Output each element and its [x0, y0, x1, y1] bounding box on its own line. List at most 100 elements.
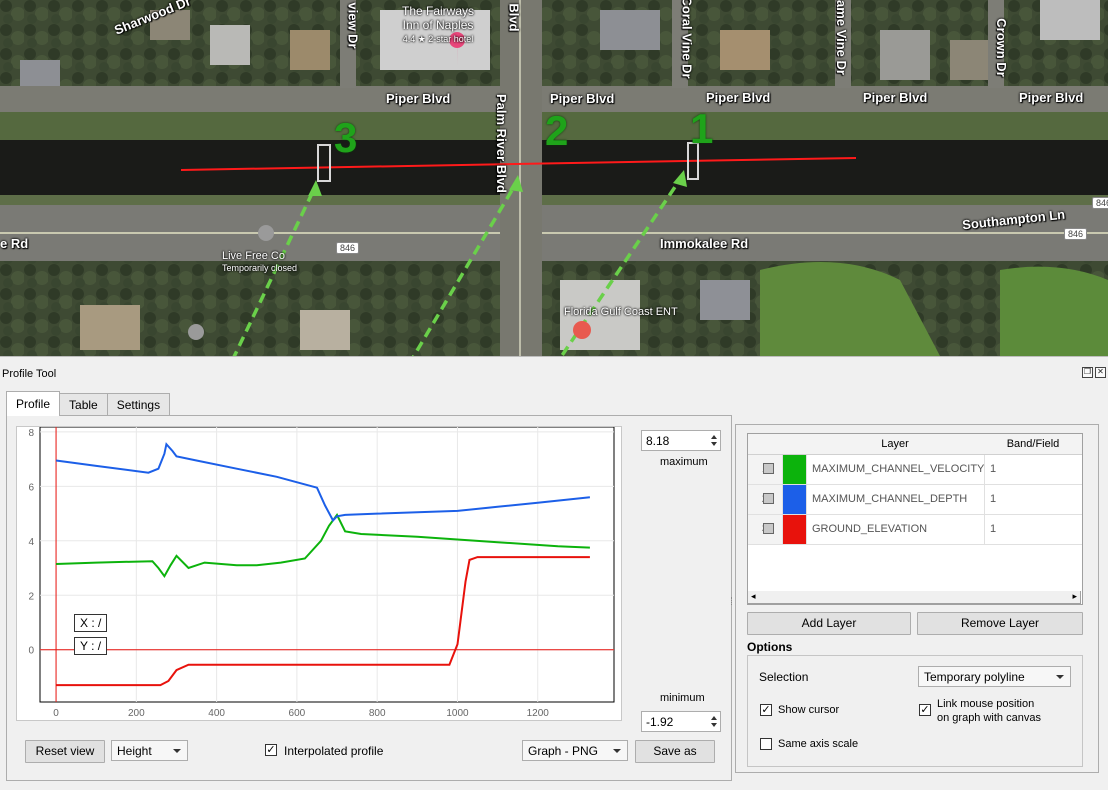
scroll-right-icon[interactable]: ▸	[1072, 591, 1077, 602]
link-mouse-label: Link mouse position on graph with canvas	[937, 697, 1041, 725]
export-format-value: Graph - PNG	[528, 744, 599, 758]
layer-name-cell[interactable]: GROUND_ELEVATION	[806, 515, 985, 545]
table-row[interactable]: 2 MAXIMUM_CHANNEL_DEPTH1	[748, 485, 1082, 515]
marker-label: 2	[545, 107, 569, 154]
save-as-button[interactable]: Save as	[635, 740, 715, 763]
panel-title: Profile Tool	[2, 368, 57, 380]
poi-ent[interactable]: Florida Gulf Coast ENT	[564, 306, 678, 318]
map-background	[0, 0, 1108, 356]
color-cell[interactable]	[782, 515, 807, 545]
x-tick-label: 200	[128, 708, 145, 719]
y-tick-label: 0	[28, 646, 34, 657]
road-label: Piper Blvd	[863, 90, 928, 105]
spin-down-icon[interactable]	[711, 723, 717, 727]
options-group: Selection Temporary polyline ✓ Show curs…	[747, 655, 1083, 767]
float-icon[interactable]: ❐	[1082, 367, 1093, 378]
road-label: Piper Blvd	[1019, 90, 1084, 105]
chevron-down-icon	[173, 749, 181, 753]
row-checkbox[interactable]	[763, 523, 774, 534]
band-header[interactable]: Band/Field	[984, 434, 1082, 455]
row-checkbox[interactable]	[763, 463, 774, 474]
band-cell[interactable]: 1	[984, 455, 1082, 485]
tab-bar: Profile Table Settings	[6, 391, 171, 416]
band-cell[interactable]: 1	[984, 485, 1082, 515]
layer-header[interactable]: Layer	[806, 434, 985, 455]
color-swatch[interactable]	[783, 455, 806, 484]
color-swatch[interactable]	[783, 485, 806, 514]
export-format-select[interactable]: Graph - PNG	[522, 740, 628, 761]
poi-name: Live Free Co	[222, 250, 285, 262]
route-shield: 846	[1092, 197, 1108, 209]
link-mouse-line1: Link mouse position	[937, 698, 1035, 710]
poi-status: Temporarily closed	[222, 263, 298, 273]
layer-name-cell[interactable]: MAXIMUM_CHANNEL_VELOCITY	[806, 455, 985, 485]
band-cell[interactable]: 1	[984, 515, 1082, 545]
selection-select[interactable]: Temporary polyline	[918, 666, 1071, 687]
remove-layer-button[interactable]: Remove Layer	[917, 612, 1083, 635]
show-cursor-checkbox[interactable]: ✓	[760, 704, 772, 716]
tab-table[interactable]: Table	[59, 393, 108, 416]
layer-table[interactable]: Layer Band/Field 1MAXIMUM_CHANNEL_VELOCI…	[747, 433, 1083, 605]
row-number: 2	[748, 485, 783, 515]
scroll-left-icon[interactable]: ◂	[751, 591, 756, 602]
add-layer-button[interactable]: Add Layer	[747, 612, 911, 635]
street-label: view Dr	[345, 2, 361, 49]
road-label: Piper Blvd	[550, 91, 615, 106]
road-label: e Rd	[0, 236, 29, 251]
link-mouse-checkbox[interactable]: ✓	[919, 704, 931, 716]
minimum-spinbox[interactable]: -1.92	[641, 711, 721, 732]
hotel-label[interactable]: The Fairways Inn of Naples 4.4 ★ 2-star …	[402, 4, 474, 46]
same-axis-checkbox[interactable]	[760, 738, 772, 750]
plot-mode-select[interactable]: Height	[111, 740, 188, 761]
layer-name-cell[interactable]: MAXIMUM_CHANNEL_DEPTH	[806, 485, 985, 515]
table-row[interactable]: 1MAXIMUM_CHANNEL_VELOCITY1	[748, 455, 1082, 485]
minimum-value: -1.92	[646, 715, 674, 729]
table-row[interactable]: 3 GROUND_ELEVATION1	[748, 515, 1082, 545]
maximum-spinbox[interactable]: 8.18	[641, 430, 721, 451]
profile-chart[interactable]: 0 200 400 600 800 1000 1200 8 6 4 2 0 X : / Y : /	[16, 426, 622, 721]
table-scrollbar[interactable]: ◂ ▸	[747, 591, 1081, 604]
spin-down-icon[interactable]	[711, 442, 717, 446]
profile-tab-content: 0 200 400 600 800 1000 1200 8 6 4 2 0 X : / Y : / 8…	[6, 415, 732, 781]
link-mouse-line2: on graph with canvas	[937, 712, 1041, 724]
cursor-y-readout: Y : /	[74, 637, 108, 655]
selection-value: Temporary polyline	[924, 670, 1025, 684]
road-label: Piper Blvd	[706, 90, 771, 105]
plot-area	[39, 427, 615, 703]
options-title: Options	[747, 640, 793, 654]
x-tick-label: 400	[208, 708, 225, 719]
street-label: Crown Dr	[993, 18, 1009, 77]
color-cell[interactable]	[782, 485, 807, 515]
chevron-down-icon	[613, 749, 621, 753]
tab-settings[interactable]: Settings	[106, 393, 171, 416]
x-tick-label: 1200	[527, 708, 550, 719]
spin-up-icon[interactable]	[711, 435, 717, 439]
spin-up-icon[interactable]	[711, 716, 717, 720]
row-number: 3	[748, 515, 783, 545]
reset-view-button[interactable]: Reset view	[25, 740, 105, 763]
y-tick-label: 8	[28, 428, 34, 439]
color-header	[782, 434, 807, 455]
cursor-x-readout: X : /	[74, 614, 108, 632]
x-tick-label: 800	[369, 708, 386, 719]
hotel-name-line1: The Fairways	[402, 4, 475, 18]
color-swatch[interactable]	[783, 515, 806, 544]
street-label: Coral Vine Dr	[679, 0, 695, 79]
close-icon[interactable]: ✕	[1095, 367, 1106, 378]
color-cell[interactable]	[782, 455, 807, 485]
map-canvas[interactable]: Piper Blvd Piper Blvd Piper Blvd Piper B…	[0, 0, 1108, 356]
row-checkbox[interactable]	[763, 493, 774, 504]
x-tick-label: 0	[53, 708, 59, 719]
row-number: 1	[748, 455, 783, 485]
chart-svg[interactable]: 0 200 400 600 800 1000 1200 8 6 4 2 0	[17, 427, 621, 720]
route-shield: 846	[1064, 228, 1088, 240]
street-label: Blvd	[506, 3, 522, 32]
panel-controls: ❐ ✕	[1082, 367, 1106, 378]
poi-live-free[interactable]: Live Free Co Temporarily closed	[222, 250, 297, 274]
hotel-rating: 4.4 ★ 2-star hotel	[402, 34, 474, 44]
interpolated-checkbox[interactable]: ✓	[265, 744, 277, 756]
layers-panel: Layer Band/Field 1MAXIMUM_CHANNEL_VELOCI…	[735, 424, 1099, 773]
tab-profile[interactable]: Profile	[6, 391, 61, 416]
splitter-handle[interactable]	[731, 597, 734, 605]
selection-label: Selection	[759, 670, 809, 684]
